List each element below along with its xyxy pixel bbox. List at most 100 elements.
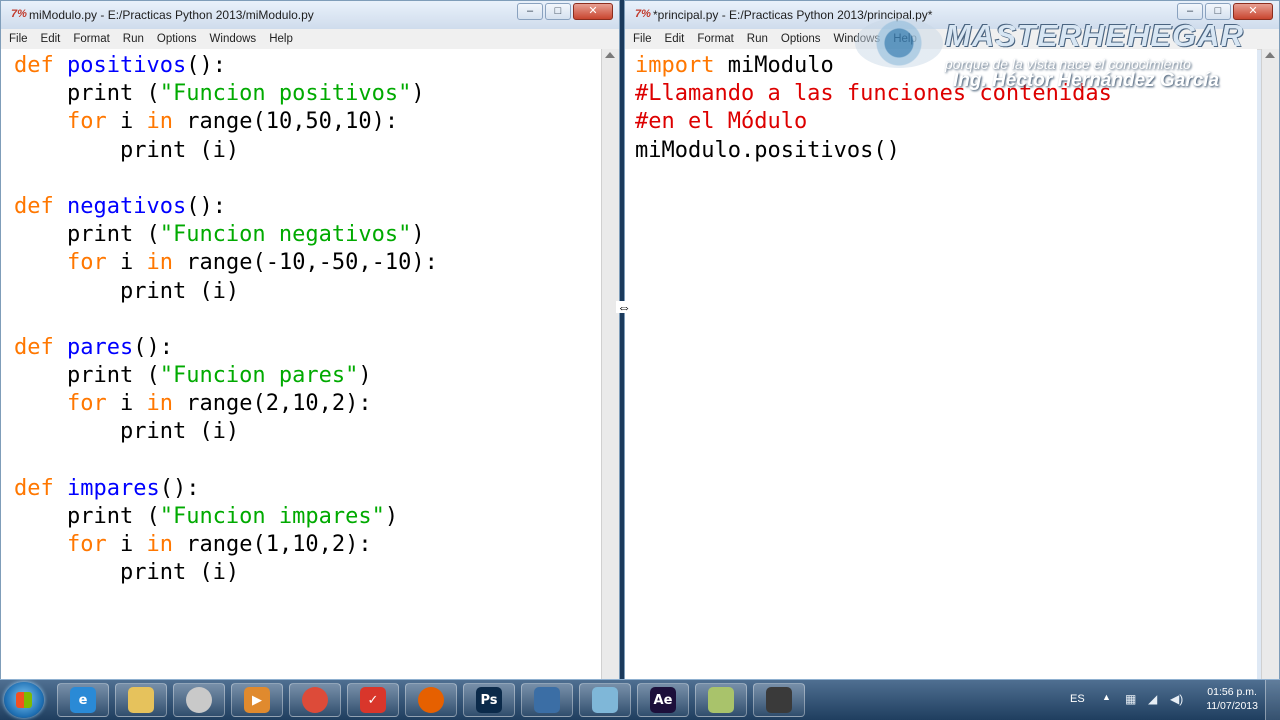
menu-options[interactable]: Options xyxy=(157,33,197,45)
tray-expand-icon[interactable]: ▲ xyxy=(1102,692,1111,702)
editor-window-mimodulo[interactable]: 7% miModulo.py - E:/Practicas Python 201… xyxy=(0,0,620,683)
code-token: def xyxy=(14,475,54,501)
code-line[interactable]: print (i) xyxy=(14,278,601,306)
menu-bar: File Edit Format Run Options Windows Hel… xyxy=(625,29,1279,50)
taskbar-todoist-button[interactable]: ✓ xyxy=(347,683,399,717)
menu-help[interactable]: Help xyxy=(269,33,293,45)
code-line[interactable]: def negativos(): xyxy=(14,193,601,221)
resize-cursor-icon: ⇔ xyxy=(616,299,632,315)
code-token: (): xyxy=(186,53,226,78)
vertical-scrollbar[interactable] xyxy=(1261,49,1279,682)
code-line[interactable]: for i in range(10,50,10): xyxy=(14,108,601,136)
code-token: print xyxy=(14,81,147,107)
close-button[interactable]: ✕ xyxy=(573,3,613,20)
menu-windows[interactable]: Windows xyxy=(834,33,881,45)
code-token: ("Funcion pares") xyxy=(146,363,372,389)
scroll-up-icon[interactable] xyxy=(1265,52,1275,58)
taskbar-photoshop-button[interactable]: Ps xyxy=(463,683,515,717)
minimize-button[interactable]: – xyxy=(1177,3,1203,20)
clock[interactable]: 01:56 p.m. 11/07/2013 xyxy=(1206,685,1258,713)
code-line[interactable]: def pares(): xyxy=(14,334,601,362)
title-bar[interactable]: 7% miModulo.py - E:/Practicas Python 201… xyxy=(1,1,619,29)
taskbar: e ▶ ✓ Ps Ae ES ▲ ▦ ◢ ◀) 01:56 p.m. 11/07/201… xyxy=(0,679,1280,720)
taskbar-after-effects-button[interactable]: Ae xyxy=(637,683,689,717)
menu-file[interactable]: File xyxy=(633,33,652,45)
menu-run[interactable]: Run xyxy=(123,33,144,45)
code-token: in xyxy=(146,109,173,135)
menu-file[interactable]: File xyxy=(9,33,28,45)
code-editor[interactable]: import miModulo #Llamando a las funciones… xyxy=(625,49,1257,682)
menu-edit[interactable]: Edit xyxy=(41,33,61,45)
vertical-scrollbar[interactable] xyxy=(601,49,619,682)
code-token: def xyxy=(14,334,54,360)
internet-explorer-icon: e xyxy=(70,687,96,713)
menu-format[interactable]: Format xyxy=(697,33,733,45)
maximize-button[interactable]: □ xyxy=(545,3,571,20)
code-line[interactable]: def positivos(): xyxy=(14,52,601,80)
code-line[interactable] xyxy=(14,447,601,475)
code-token: (): xyxy=(133,334,173,360)
code-token: print (i) xyxy=(14,560,240,586)
taskbar-camcorder-button[interactable] xyxy=(753,683,805,717)
maximize-button[interactable]: □ xyxy=(1205,3,1231,20)
title-bar[interactable]: 7% *principal.py - E:/Practicas Python 2… xyxy=(625,1,1279,29)
taskbar-chrome-button[interactable] xyxy=(289,683,341,717)
taskbar-python-button[interactable] xyxy=(521,683,573,717)
code-line[interactable]: for i in range(1,10,2): xyxy=(14,531,601,559)
taskbar-clock-app-button[interactable] xyxy=(173,683,225,717)
code-line[interactable]: #en el Módulo xyxy=(635,108,1257,136)
menu-run[interactable]: Run xyxy=(747,33,768,45)
show-desktop-button[interactable] xyxy=(1265,680,1280,720)
taskbar-notes-button[interactable] xyxy=(695,683,747,717)
editor-window-principal[interactable]: 7% *principal.py - E:/Practicas Python 2… xyxy=(624,0,1280,683)
code-editor[interactable]: def positivos(): print ("Funcion positiv… xyxy=(1,49,601,682)
code-line[interactable]: miModulo.positivos() xyxy=(635,137,1257,165)
code-line[interactable]: print ("Funcion positivos") xyxy=(14,80,601,108)
taskbar-notebook-button[interactable] xyxy=(579,683,631,717)
code-line[interactable]: for i in range(2,10,2): xyxy=(14,390,601,418)
code-line[interactable]: print ("Funcion pares") xyxy=(14,362,601,390)
code-token: miModulo.positivos() xyxy=(635,137,900,163)
language-indicator[interactable]: ES xyxy=(1070,693,1085,705)
code-line[interactable]: #Llamando a las funciones contenidas xyxy=(635,80,1257,108)
code-line[interactable]: import miModulo xyxy=(635,52,1257,80)
taskbar-internet-explorer-button[interactable]: e xyxy=(57,683,109,717)
code-line[interactable]: print ("Funcion impares") xyxy=(14,503,601,531)
code-line[interactable]: def impares(): xyxy=(14,475,601,503)
menu-format[interactable]: Format xyxy=(73,33,109,45)
scroll-up-icon[interactable] xyxy=(605,52,615,58)
code-token: in xyxy=(146,532,173,558)
menu-help[interactable]: Help xyxy=(893,33,917,45)
code-token: #Llamando a las funciones contenidas xyxy=(635,81,1112,107)
menu-edit[interactable]: Edit xyxy=(665,33,685,45)
code-token: negativos xyxy=(67,193,187,219)
code-token: for xyxy=(66,391,107,417)
code-line[interactable]: print ("Funcion negativos") xyxy=(14,221,601,249)
network-icon[interactable]: ▦ xyxy=(1125,692,1136,706)
close-button[interactable]: ✕ xyxy=(1233,3,1273,20)
code-token: (): xyxy=(186,193,226,219)
menu-windows[interactable]: Windows xyxy=(210,33,257,45)
code-token: i xyxy=(106,250,147,276)
code-line[interactable]: print (i) xyxy=(14,559,601,587)
idle-icon: 7% xyxy=(11,8,27,20)
signal-icon[interactable]: ◢ xyxy=(1148,692,1157,706)
code-line[interactable]: for i in range(-10,-50,-10): xyxy=(14,249,601,277)
code-line[interactable] xyxy=(14,165,601,193)
menu-bar: File Edit Format Run Options Windows Hel… xyxy=(1,29,619,50)
start-button[interactable] xyxy=(4,682,44,718)
taskbar-media-player-button[interactable]: ▶ xyxy=(231,683,283,717)
window-title: *principal.py - E:/Practicas Python 2013… xyxy=(653,8,933,22)
menu-options[interactable]: Options xyxy=(781,33,821,45)
code-line[interactable] xyxy=(14,306,601,334)
taskbar-firefox-button[interactable] xyxy=(405,683,457,717)
minimize-button[interactable]: – xyxy=(517,3,543,20)
code-line[interactable]: print (i) xyxy=(14,418,601,446)
taskbar-file-explorer-button[interactable] xyxy=(115,683,167,717)
code-line[interactable]: print (i) xyxy=(14,137,601,165)
volume-icon[interactable]: ◀) xyxy=(1170,692,1183,706)
